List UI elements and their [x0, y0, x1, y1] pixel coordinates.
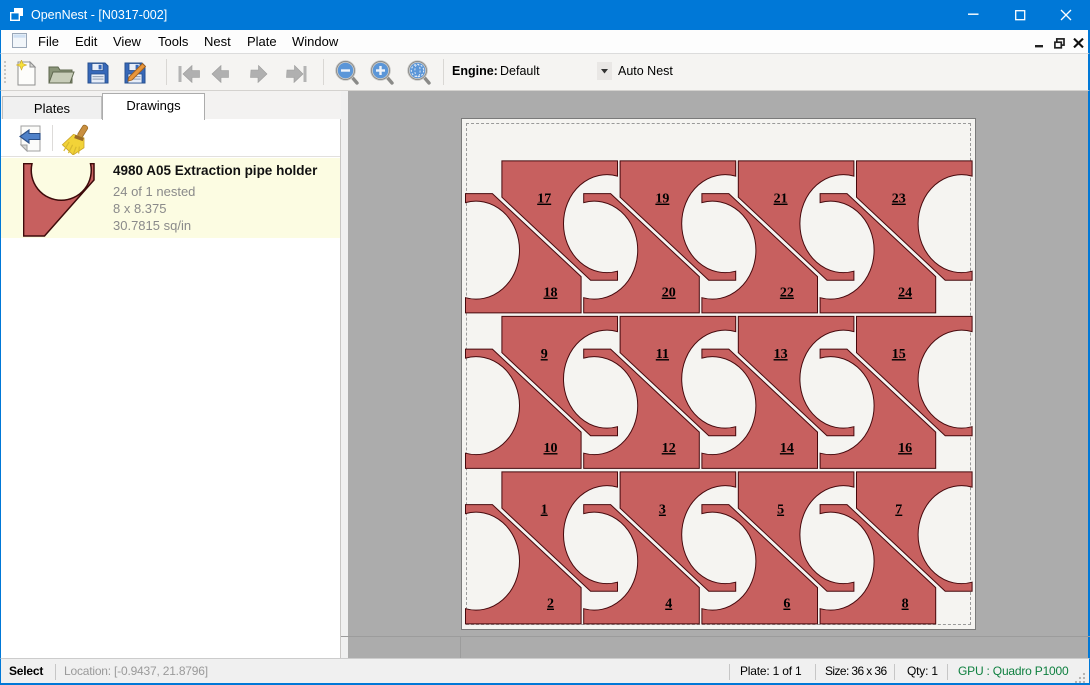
svg-text:14: 14 [780, 441, 794, 456]
svg-text:18: 18 [544, 286, 558, 301]
svg-text:6: 6 [783, 597, 790, 612]
svg-text:12: 12 [662, 441, 676, 456]
svg-text:5: 5 [777, 503, 784, 518]
svg-text:22: 22 [780, 286, 794, 301]
svg-text:1: 1 [541, 503, 548, 518]
svg-text:23: 23 [892, 192, 906, 207]
svg-text:2: 2 [547, 597, 554, 612]
svg-text:15: 15 [892, 347, 906, 362]
svg-text:20: 20 [662, 286, 676, 301]
svg-text:8: 8 [902, 597, 909, 612]
svg-text:10: 10 [544, 441, 558, 456]
svg-text:11: 11 [656, 347, 669, 362]
svg-text:19: 19 [655, 192, 669, 207]
svg-text:21: 21 [774, 192, 788, 207]
svg-text:16: 16 [898, 441, 912, 456]
svg-text:24: 24 [898, 286, 912, 301]
svg-text:13: 13 [774, 347, 788, 362]
svg-text:3: 3 [659, 503, 666, 518]
svg-text:4: 4 [665, 597, 672, 612]
svg-text:7: 7 [895, 503, 902, 518]
svg-text:9: 9 [541, 347, 548, 362]
svg-text:17: 17 [537, 192, 551, 207]
